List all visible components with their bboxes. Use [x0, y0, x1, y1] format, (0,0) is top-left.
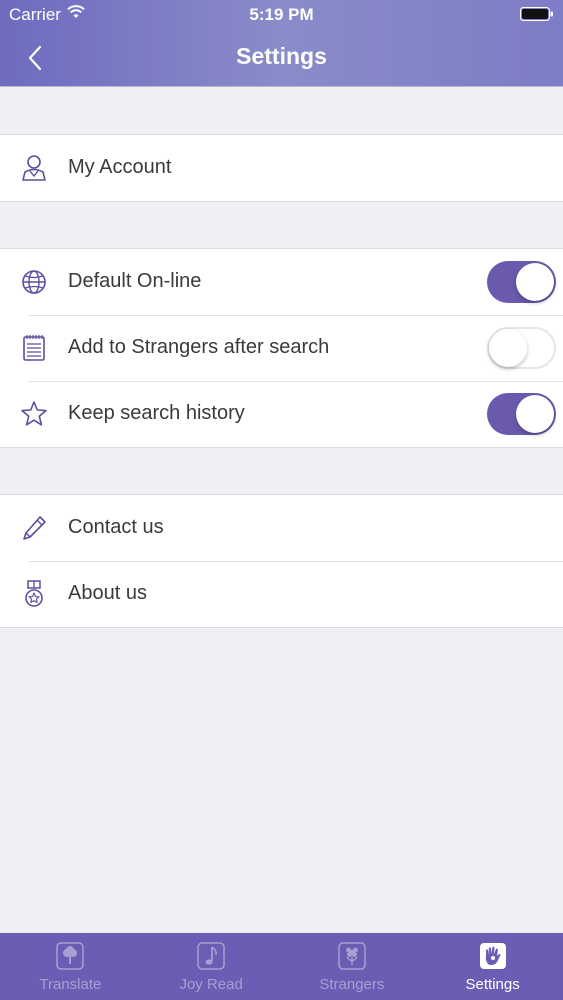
tab-settings[interactable]: Settings — [422, 933, 563, 1000]
tab-joy-read[interactable]: Joy Read — [141, 933, 282, 1000]
battery-icon — [520, 7, 553, 21]
navigation-header: Carrier 5:19 PM Settings — [0, 0, 563, 87]
preferences-group: Default On-line Add to Strangers after s… — [0, 248, 563, 448]
default-online-row: Default On-line — [0, 249, 563, 315]
star-icon — [21, 401, 47, 426]
status-time: 5:19 PM — [249, 5, 314, 24]
default-online-toggle[interactable] — [487, 261, 556, 303]
add-to-strangers-toggle[interactable] — [487, 327, 556, 369]
toggle-knob — [489, 329, 527, 367]
user-icon — [22, 155, 46, 181]
toggle-knob — [516, 263, 554, 301]
add-to-strangers-label: Add to Strangers after search — [68, 336, 330, 358]
tab-translate[interactable]: Translate — [0, 933, 141, 1000]
my-account-row[interactable]: My Account — [0, 135, 563, 201]
toggle-knob — [516, 395, 554, 433]
contact-us-row[interactable]: Contact us — [0, 495, 563, 561]
contact-us-label: Contact us — [68, 516, 164, 538]
tab-translate-label: Translate — [39, 976, 102, 993]
keep-history-label: Keep search history — [68, 402, 245, 424]
tab-strangers[interactable]: Strangers — [282, 933, 423, 1000]
status-bar: Carrier 5:19 PM — [0, 0, 563, 30]
keep-history-row: Keep search history — [0, 381, 563, 447]
about-us-row[interactable]: About us — [0, 561, 563, 627]
pencil-icon — [23, 516, 46, 540]
about-us-label: About us — [68, 582, 147, 604]
add-to-strangers-row: Add to Strangers after search — [0, 315, 563, 381]
page-title: Settings — [236, 43, 327, 69]
music-note-icon — [197, 942, 225, 970]
medal-icon — [25, 580, 43, 607]
keep-history-toggle[interactable] — [487, 393, 556, 435]
tab-settings-label: Settings — [465, 976, 520, 993]
default-online-label: Default On-line — [68, 270, 202, 292]
notepad-icon — [23, 335, 45, 361]
tab-bar: Translate Joy Read Strangers Settings — [0, 933, 563, 1000]
my-account-label: My Account — [68, 156, 172, 178]
globe-icon — [22, 270, 46, 294]
tree-icon — [56, 942, 85, 970]
info-group: Contact us About us — [0, 494, 563, 628]
tab-strangers-label: Strangers — [319, 976, 385, 993]
account-group: My Account — [0, 134, 563, 202]
tab-joy-read-label: Joy Read — [179, 976, 243, 993]
hand-icon — [479, 943, 506, 969]
flower-icon — [338, 942, 366, 970]
